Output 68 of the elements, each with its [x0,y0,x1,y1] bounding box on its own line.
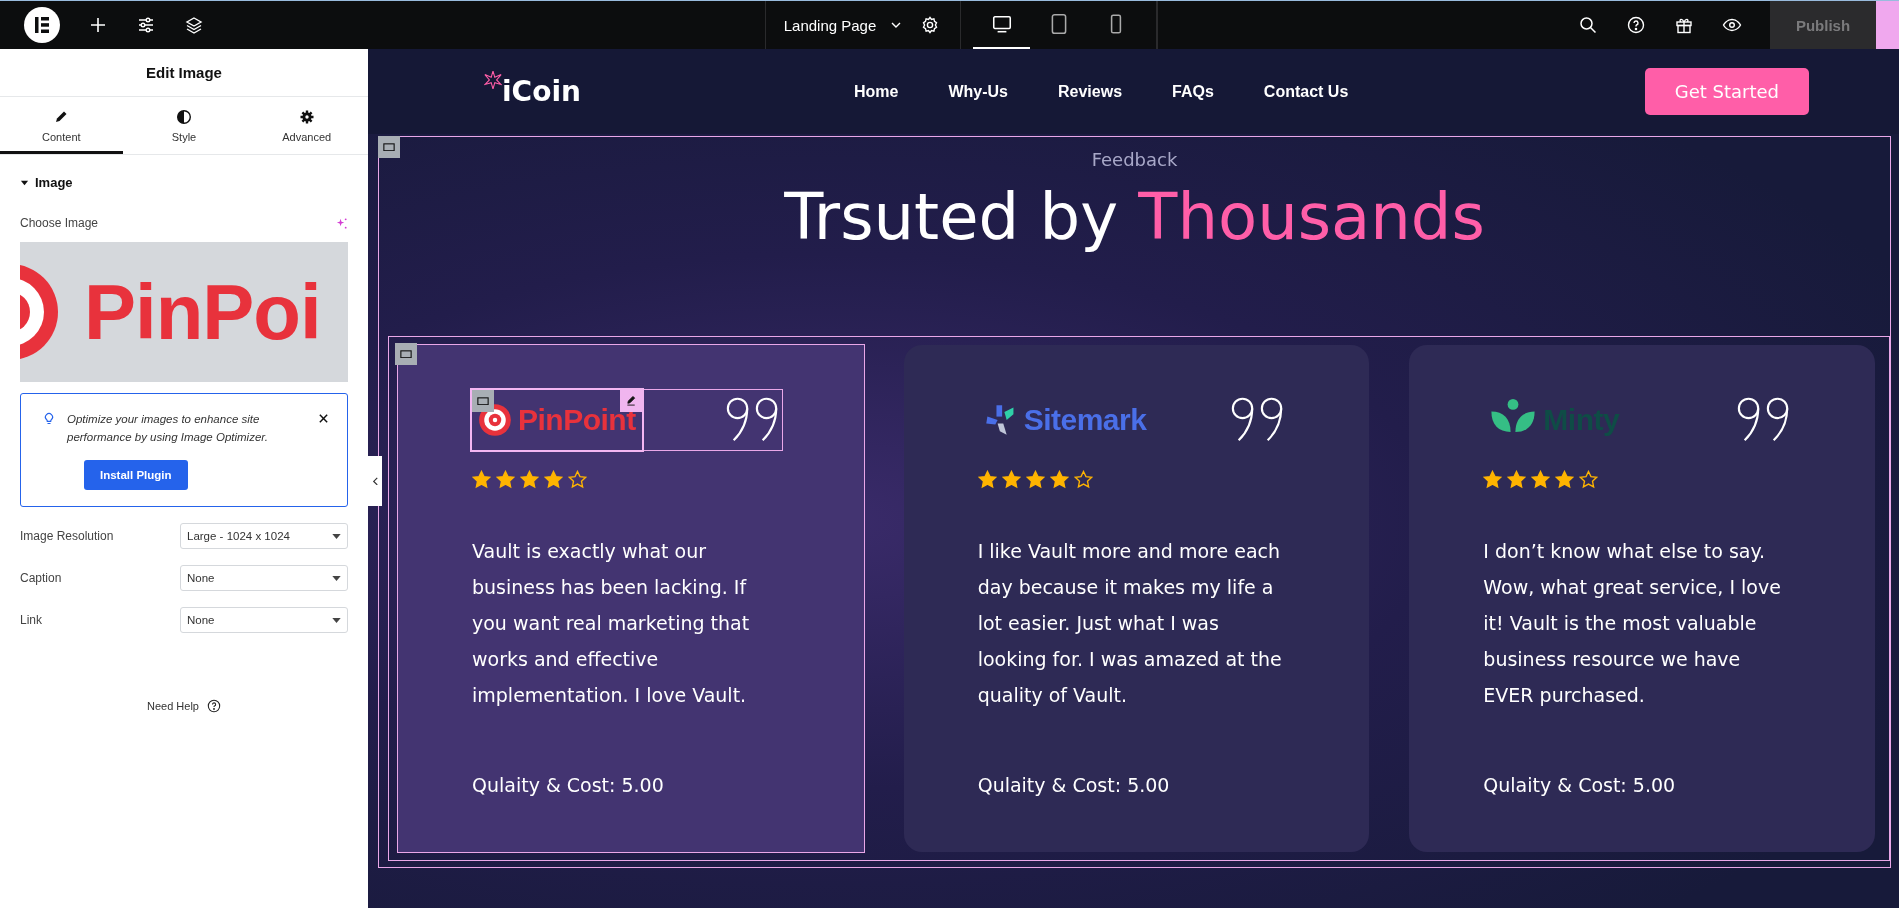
section-handle[interactable] [378,136,400,158]
rating-score: Qulaity & Cost: 5.00 [1483,774,1677,796]
rating-score: Qulaity & Cost: 5.00 [977,774,1171,796]
field-label: Caption [20,571,62,585]
chevron-left-icon [371,476,379,486]
section-eyebrow: Feedback [1091,149,1178,170]
elementor-logo-icon[interactable] [24,7,60,43]
star-icon [1507,470,1527,489]
logo-text: PinPoi [84,266,321,358]
section-heading: Trsuted by Thousands [784,180,1485,254]
star-icon [1555,470,1575,489]
sliders-icon[interactable] [136,15,156,35]
notice-text: Optimize your images to enhance site performance by using Image Optimizer. [67,412,269,445]
install-plugin-button[interactable]: Install Plugin [84,460,188,490]
select-field[interactable]: Large - 1024 x 1024 [180,523,348,549]
search-icon[interactable] [1578,15,1598,35]
star-icon [1025,470,1045,489]
close-icon[interactable] [318,413,329,424]
caret-icon [332,575,341,581]
star-icon [1001,470,1021,489]
field-label: Image Resolution [20,529,114,543]
section-toggle[interactable]: Image [20,175,73,190]
caret-icon [332,617,341,623]
layers-icon[interactable] [184,15,204,35]
gear-icon [298,109,315,125]
nav-link[interactable]: Reviews [1058,82,1123,101]
panel-tab[interactable]: Style [122,97,246,154]
panel-tab[interactable]: Advanced [245,97,368,154]
star-icon [1579,470,1599,489]
target-icon [20,264,58,360]
ai-sparkle-icon[interactable] [335,216,348,230]
testimonial-text: I don’t know what else to say. Wow, what great service, I love it! Vault is the most valuable business resource we have EVER purchased. [1483,539,1782,708]
site-logo[interactable]: iCoin [502,75,581,108]
nav-link[interactable]: FAQs [1172,82,1214,101]
select-field[interactable]: None [180,565,348,591]
star-icon [520,470,539,489]
star-icon [1049,470,1069,489]
brand-logo: Sitemark [1023,403,1147,437]
testimonial-text: I like Vault more and more each day because it makes my life a lot easier. Just what I was looking for. I was amazed at the quality of Vault. [977,539,1283,708]
star-icon [568,470,587,489]
select-field[interactable]: None [180,607,348,633]
star-icon [1483,470,1503,489]
container-handle[interactable] [395,343,417,365]
panel-tab[interactable]: Content [0,97,123,154]
nav-link[interactable]: Home [854,82,899,101]
star-icon [544,470,563,489]
field-label: Choose Image [20,216,99,230]
contrast-icon [176,109,192,125]
field-label: Link [20,613,42,627]
nav-link[interactable]: Contact Us [1263,82,1349,101]
star-icon [1531,470,1551,489]
star-icon [977,470,997,489]
rating-score: Qulaity & Cost: 5.00 [472,774,665,796]
caret-icon [332,533,341,539]
pencil-icon [626,394,638,406]
brand-logo: PinPoint [518,403,636,437]
star-icon [1073,470,1093,489]
page-selector[interactable]: Landing Page [765,16,921,34]
add-icon[interactable] [88,15,108,35]
starburst-icon [484,71,502,89]
widget-handle[interactable] [472,390,494,412]
testimonial-text: Vault is exactly what our business has been lacking. If you want real marketing that works and effective implementation. I love Vault. [472,539,751,708]
nav-link[interactable]: Why-Us [948,82,1008,101]
desktop-icon [990,13,1013,35]
star-icon [496,470,515,489]
help-link[interactable]: Need Help [147,700,199,712]
help-icon[interactable] [207,699,221,713]
star-icon [472,470,491,489]
